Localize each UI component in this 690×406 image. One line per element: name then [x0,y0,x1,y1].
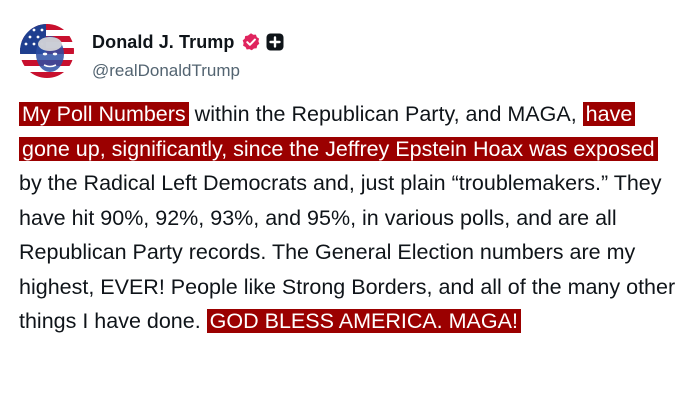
text-segment: within the Republican Party, and MAGA, [188,102,583,126]
highlight-poll-numbers: My Poll Numbers [19,102,189,126]
flag-portrait-avatar-icon [20,24,74,78]
author-handle[interactable]: @realDonaldTrump [92,61,240,81]
avatar[interactable] [20,24,74,78]
author-display-name[interactable]: Donald J. Trump [92,32,235,53]
post-card: Donald J. Trump @realDonaldTrump My Poll… [0,0,690,406]
author-name-row: Donald J. Trump [92,30,284,54]
verified-badge-icon [241,32,261,52]
post-body-text: My Poll Numbers within the Republican Pa… [19,97,679,339]
plus-badge-icon [266,33,284,51]
highlight-god-bless-america: GOD BLESS AMERICA. MAGA! [206,309,521,333]
